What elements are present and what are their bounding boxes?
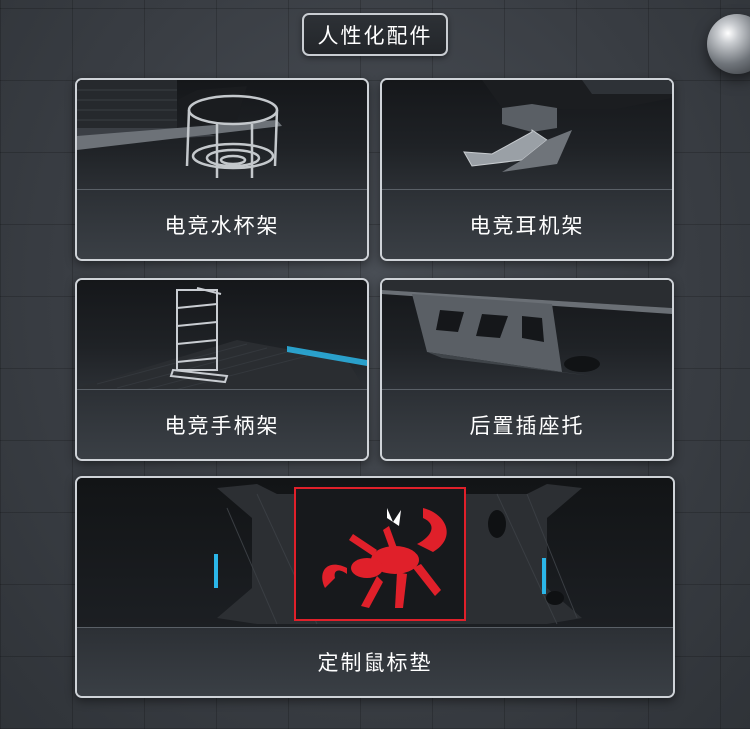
- headphone-hanger-photo: [382, 80, 672, 192]
- controller-holder-photo: [77, 280, 367, 392]
- accessory-card-mouse-pad[interactable]: 定制鼠标垫: [75, 476, 675, 698]
- accessory-card-headphone-hanger[interactable]: 电竞耳机架: [380, 78, 674, 261]
- section-title-badge: 人性化配件: [302, 13, 448, 56]
- cup-holder-label: 电竞水杯架: [77, 189, 367, 259]
- headphone-hanger-label: 电竞耳机架: [382, 189, 672, 259]
- accessory-card-cup-holder[interactable]: 电竞水杯架: [75, 78, 369, 261]
- mouse-pad-label: 定制鼠标垫: [77, 627, 673, 696]
- section-title: 人性化配件: [317, 23, 433, 48]
- controller-holder-label: 电竞手柄架: [77, 389, 367, 459]
- mouse-pad-photo: [77, 478, 673, 628]
- cup-holder-photo: [77, 80, 367, 192]
- accessory-card-socket-tray[interactable]: 后置插座托: [380, 278, 674, 461]
- accessory-card-controller-holder[interactable]: 电竞手柄架: [75, 278, 369, 461]
- socket-tray-label: 后置插座托: [382, 389, 672, 459]
- socket-tray-photo: [382, 280, 672, 392]
